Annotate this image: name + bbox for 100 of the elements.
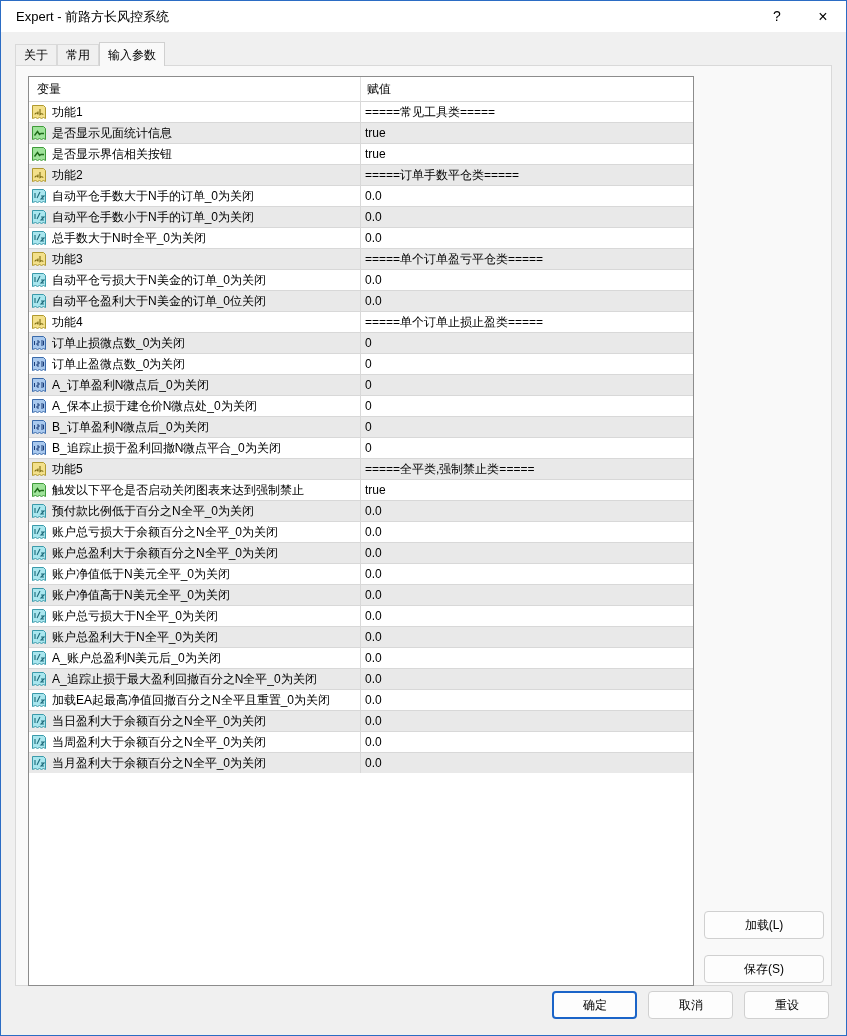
fraction-type-icon	[31, 524, 47, 540]
value-cell[interactable]: 0.0	[361, 543, 693, 563]
value-cell[interactable]: 0.0	[361, 501, 693, 521]
variable-name: B_追踪止损于盈利回撤N微点平合_0为关闭	[52, 440, 281, 457]
value-cell[interactable]: true	[361, 144, 693, 164]
close-button[interactable]: ×	[800, 1, 846, 32]
dialog-button[interactable]: 重设	[744, 991, 829, 1019]
fraction-type-icon	[31, 587, 47, 603]
variable-name: A_订单盈利N微点后_0为关闭	[52, 377, 209, 394]
dialog-button[interactable]: 取消	[648, 991, 733, 1019]
variable-name: 账户净值高于N美元全平_0为关闭	[52, 587, 230, 604]
number-type-icon	[31, 398, 47, 414]
value-cell[interactable]: 0	[361, 333, 693, 353]
text-type-icon	[31, 461, 47, 477]
fraction-type-icon	[31, 503, 47, 519]
value-cell[interactable]: 0.0	[361, 732, 693, 752]
value-cell[interactable]: =====常见工具类=====	[361, 102, 693, 122]
fraction-type-icon	[31, 545, 47, 561]
value-cell[interactable]: 0	[361, 375, 693, 395]
fraction-type-icon	[31, 209, 47, 225]
fraction-type-icon	[31, 713, 47, 729]
variable-name: A_保本止损于建仓价N微点处_0为关闭	[52, 398, 257, 415]
variable-name: 功能3	[52, 251, 83, 268]
value-cell[interactable]: 0.0	[361, 648, 693, 668]
value-cell[interactable]: 0.0	[361, 522, 693, 542]
variable-name: A_追踪止损于最大盈利回撤百分之N全平_0为关闭	[52, 671, 317, 688]
value-cell[interactable]: true	[361, 123, 693, 143]
text-type-icon	[31, 314, 47, 330]
help-button[interactable]: ?	[754, 1, 800, 32]
value-cell[interactable]: 0	[361, 354, 693, 374]
fraction-type-icon	[31, 650, 47, 666]
variable-cell[interactable]: 当月盈利大于余额百分之N全平_0为关闭	[29, 753, 361, 773]
number-type-icon	[31, 377, 47, 393]
value-cell[interactable]: 0.0	[361, 270, 693, 290]
value-cell[interactable]: 0.0	[361, 291, 693, 311]
fraction-type-icon	[31, 671, 47, 687]
text-type-icon	[31, 167, 47, 183]
text-type-icon	[31, 104, 47, 120]
value-cell[interactable]: 0	[361, 396, 693, 416]
value-cell[interactable]: 0.0	[361, 627, 693, 647]
variable-name: 功能2	[52, 167, 83, 184]
dialog-button[interactable]: 确定	[552, 991, 637, 1019]
number-type-icon	[31, 335, 47, 351]
variable-name: 订单止盈微点数_0为关闭	[52, 356, 186, 373]
tab[interactable]: 常用	[57, 44, 99, 65]
variable-name: 是否显示见面统计信息	[52, 125, 172, 142]
value-cell[interactable]: 0.0	[361, 186, 693, 206]
number-type-icon	[31, 419, 47, 435]
variable-name: 当日盈利大于余额百分之N全平_0为关闭	[52, 713, 266, 730]
tab[interactable]: 关于	[15, 44, 57, 65]
variable-name: 账户净值低于N美元全平_0为关闭	[52, 566, 230, 583]
text-type-icon	[31, 251, 47, 267]
fraction-type-icon	[31, 566, 47, 582]
variable-name: 加载EA起最高净值回撤百分之N全平且重置_0为关闭	[52, 692, 331, 709]
variable-name: 自动平仓手数小于N手的订单_0为关闭	[52, 209, 254, 226]
value-cell[interactable]: =====全平类,强制禁止类=====	[361, 459, 693, 479]
toggle-type-icon	[31, 146, 47, 162]
variable-name: 触发以下平仓是否启动关闭图表来达到强制禁止	[52, 482, 304, 499]
number-type-icon	[31, 356, 47, 372]
variable-name: 当周盈利大于余额百分之N全平_0为关闭	[52, 734, 266, 751]
side-button[interactable]: 加载(L)	[704, 911, 824, 939]
tab[interactable]: 输入参数	[99, 42, 165, 66]
toggle-type-icon	[31, 482, 47, 498]
variable-name: 自动平仓手数大于N手的订单_0为关闭	[52, 188, 254, 205]
value-cell[interactable]: 0.0	[361, 711, 693, 731]
variable-name: 账户总盈利大于N全平_0为关闭	[52, 629, 218, 646]
value-cell[interactable]: 0.0	[361, 753, 693, 773]
value-cell[interactable]: =====单个订单止损止盈类=====	[361, 312, 693, 332]
variable-name: 自动平仓亏损大于N美金的订单_0为关闭	[52, 272, 266, 289]
fraction-type-icon	[31, 734, 47, 750]
variable-name: 账户总亏损大于余额百分之N全平_0为关闭	[52, 524, 278, 541]
value-cell[interactable]: 0.0	[361, 669, 693, 689]
window-title: Expert - 前路方长风控系统	[16, 7, 171, 26]
value-cell[interactable]: 0.0	[361, 564, 693, 584]
variable-name: 总手数大于N时全平_0为关闭	[52, 230, 206, 247]
variable-name: 功能5	[52, 461, 83, 478]
value-cell[interactable]: 0	[361, 417, 693, 437]
variable-name: B_订单盈利N微点后_0为关闭	[52, 419, 209, 436]
variable-name: 订单止损微点数_0为关闭	[52, 335, 186, 352]
value-cell[interactable]: 0.0	[361, 228, 693, 248]
value-cell[interactable]: =====单个订单盈亏平仓类=====	[361, 249, 693, 269]
variable-name: 是否显示界信相关按钮	[52, 146, 172, 163]
value-cell[interactable]: 0.0	[361, 606, 693, 626]
value-cell[interactable]: true	[361, 480, 693, 500]
fraction-type-icon	[31, 293, 47, 309]
fraction-type-icon	[31, 629, 47, 645]
value-cell[interactable]: =====订单手数平仓类=====	[361, 165, 693, 185]
variable-name: 自动平仓盈利大于N美金的订单_0位关闭	[52, 293, 266, 310]
side-button[interactable]: 保存(S)	[704, 955, 824, 983]
fraction-type-icon	[31, 608, 47, 624]
variable-name: A_账户总盈利N美元后_0为关闭	[52, 650, 221, 667]
value-cell[interactable]: 0.0	[361, 207, 693, 227]
value-cell[interactable]: 0.0	[361, 585, 693, 605]
fraction-type-icon	[31, 272, 47, 288]
toggle-type-icon	[31, 125, 47, 141]
column-header[interactable]: 赋值	[361, 77, 693, 101]
value-cell[interactable]: 0	[361, 438, 693, 458]
fraction-type-icon	[31, 692, 47, 708]
value-cell[interactable]: 0.0	[361, 690, 693, 710]
fraction-type-icon	[31, 188, 47, 204]
